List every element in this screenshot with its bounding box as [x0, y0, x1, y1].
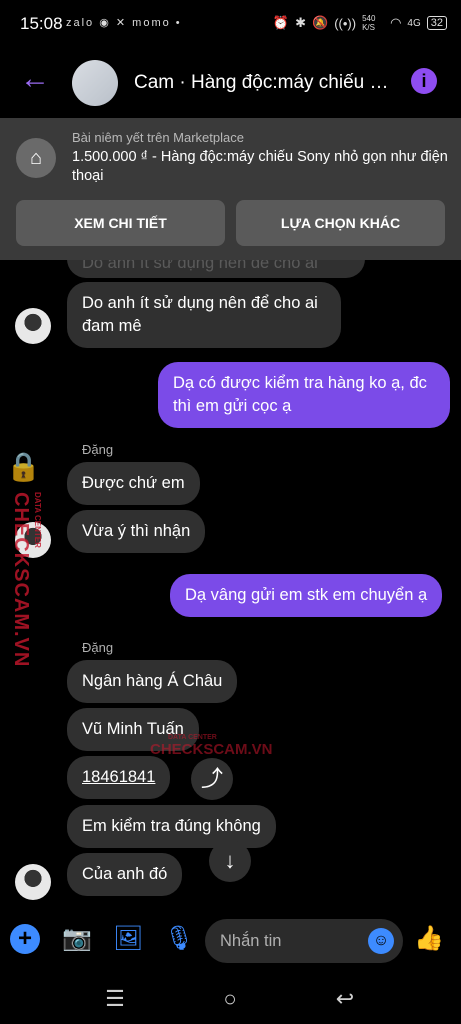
back-arrow-icon[interactable]: ←: [20, 64, 50, 94]
message-bubble-outgoing[interactable]: Dạ vâng gửi em stk em chuyển ạ: [170, 574, 443, 617]
camera-icon[interactable]: 📷: [62, 924, 92, 954]
system-nav-bar: ☰ ○ ↩: [0, 974, 461, 1024]
hotspot-icon: ((•)): [334, 15, 357, 31]
chat-title[interactable]: Cam · Hàng độc:máy chiếu Son...: [134, 72, 396, 94]
network-speed: 540 K/S: [362, 14, 376, 32]
other-options-button[interactable]: LỰA CHỌN KHÁC: [236, 200, 445, 246]
like-icon[interactable]: 👍: [414, 924, 444, 954]
watermark-lock-icon: 🔒: [6, 451, 41, 482]
watermark-center: DATA CENTER CHECKSCAM.VN: [150, 734, 273, 758]
view-details-button[interactable]: XEM CHI TIẾT: [16, 200, 225, 246]
message-bubble[interactable]: Do anh ít sử dụng nên để cho ai đam mê: [67, 282, 341, 348]
message-bubble-outgoing[interactable]: Dạ có được kiểm tra hàng ko ạ, đc thì em…: [158, 362, 450, 428]
message-input[interactable]: Nhắn tin ☺: [205, 919, 403, 963]
notification-icons: zalo ◉ ✕ momo •: [66, 17, 182, 29]
listing-title: 1.500.000 ₫ - Hàng độc:máy chiếu Sony nh…: [72, 149, 448, 184]
account-number-link[interactable]: 18461841: [82, 768, 155, 786]
emoji-icon[interactable]: ☺: [368, 928, 394, 954]
battery-indicator: 32: [426, 16, 447, 30]
sender-name: Đặng: [82, 442, 114, 457]
scroll-down-arrow-icon[interactable]: ↓: [209, 840, 251, 882]
mute-icon: 🔕: [312, 15, 329, 30]
back-icon[interactable]: ↩: [330, 986, 360, 1012]
plus-icon[interactable]: +: [10, 924, 40, 954]
message-bubble[interactable]: Ngân hàng Á Châu: [67, 660, 238, 703]
avatar[interactable]: [15, 308, 51, 344]
system-icons: ⏰ ✱ 🔕 ((•)) 540 K/S ◠ 4G 32: [273, 14, 447, 32]
message-bubble[interactable]: Em kiểm tra đúng không: [67, 805, 276, 848]
shop-icon: ⌂: [16, 138, 56, 178]
alarm-icon: ⏰: [272, 15, 290, 30]
message-bubble[interactable]: Được chứ em: [67, 462, 200, 505]
message-bubble[interactable]: 18461841: [67, 756, 171, 799]
clock: 15:08: [20, 14, 63, 33]
marketplace-subtitle: Bài niêm yết trên Marketplace: [72, 130, 244, 145]
chat-header: ← Cam · Hàng độc:máy chiếu Son... i: [0, 52, 461, 112]
marketplace-card[interactable]: ⌂ Bài niêm yết trên Marketplace 1.500.00…: [0, 118, 461, 260]
image-icon[interactable]: 🖼: [113, 924, 143, 954]
composer-bar: + 📷 🖼 🎙 Nhắn tin ☺ 👍: [0, 914, 461, 974]
network-type: 4G: [407, 17, 421, 29]
status-bar: 15:08 zalo ◉ ✕ momo • ⏰ ✱ 🔕 ((•)) 540 K/…: [0, 0, 461, 46]
share-icon[interactable]: ⤴: [191, 758, 233, 800]
message-placeholder: Nhắn tin: [220, 932, 282, 950]
wifi-icon: ◠: [390, 15, 402, 30]
avatar[interactable]: [15, 864, 51, 900]
bluetooth-icon: ✱: [295, 15, 306, 30]
sender-name: Đặng: [82, 640, 114, 655]
menu-icon[interactable]: ☰: [100, 986, 130, 1012]
message-bubble[interactable]: Vừa ý thì nhận: [67, 510, 206, 553]
message-bubble[interactable]: Của anh đó: [67, 853, 183, 896]
microphone-icon[interactable]: 🎙: [164, 924, 194, 954]
avatar[interactable]: [72, 60, 118, 106]
info-icon[interactable]: i: [411, 68, 437, 94]
watermark-side-small: DATA CENTER: [33, 492, 42, 548]
home-icon[interactable]: ○: [215, 986, 245, 1012]
